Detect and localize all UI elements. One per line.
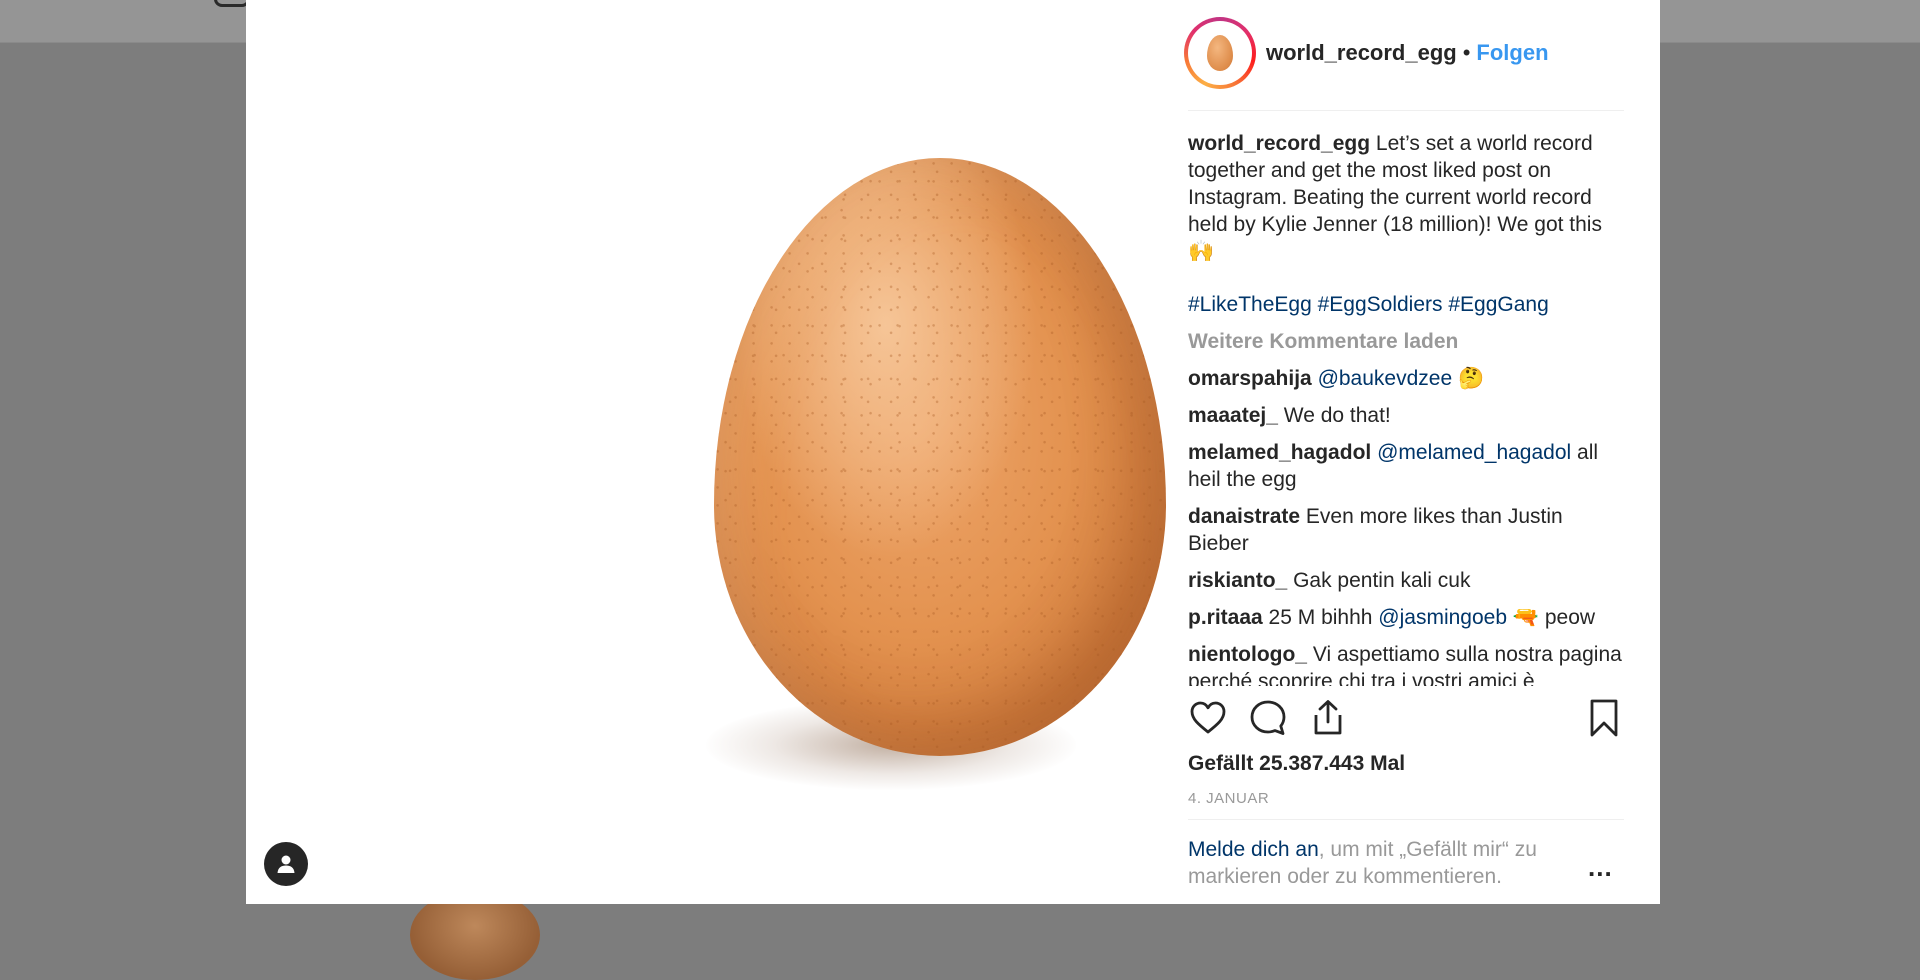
- comment-username[interactable]: nientologo_: [1188, 643, 1307, 666]
- likes-count[interactable]: Gefällt 25.387.443 Mal: [1188, 752, 1405, 776]
- caption: world_record_egg Let’s set a world recor…: [1188, 130, 1624, 265]
- egg-texture: [714, 158, 1166, 756]
- person-icon: [277, 855, 295, 873]
- comment-bubble-icon: [1250, 700, 1286, 735]
- post-modal: world_record_egg • Folgen world_record_egg…: [246, 0, 1660, 904]
- hashtag-link[interactable]: #LikeTheEgg: [1188, 293, 1312, 316]
- login-link[interactable]: Melde dich an: [1188, 838, 1319, 861]
- avatar[interactable]: [1184, 17, 1256, 89]
- post-date[interactable]: 4. JANUAR: [1188, 790, 1269, 807]
- separator-dot: •: [1462, 40, 1471, 65]
- comment-item: p.ritaaa 25 M bihhh @jasmingoeb 🔫 peow: [1188, 604, 1624, 631]
- username-link[interactable]: world_record_egg: [1266, 40, 1457, 65]
- comment-username[interactable]: danaistrate: [1188, 505, 1300, 528]
- comment-mention[interactable]: @jasmingoeb: [1378, 606, 1507, 629]
- action-bar: [1188, 698, 1624, 744]
- header-text: world_record_egg • Folgen: [1266, 40, 1549, 66]
- footer-divider: [1188, 819, 1624, 820]
- more-options-button[interactable]: ...: [1588, 852, 1613, 883]
- avatar-egg-image: [1207, 35, 1233, 71]
- post-image[interactable]: [246, 0, 1188, 904]
- comment-text-pre: 25 M bihhh: [1268, 606, 1373, 629]
- comment-item: nientologo_ Vi aspettiamo sulla nostra p…: [1188, 641, 1624, 686]
- caption-username[interactable]: world_record_egg: [1188, 132, 1370, 155]
- bookmark-icon: [1590, 699, 1618, 737]
- load-more-comments-button[interactable]: Weitere Kommentare laden: [1188, 328, 1624, 355]
- comment-mention[interactable]: @baukevdzee: [1318, 367, 1453, 390]
- comment-item: omarspahija @baukevdzee 🤔: [1188, 365, 1624, 392]
- comment-username[interactable]: p.ritaaa: [1188, 606, 1263, 629]
- tagged-user-button[interactable]: [264, 842, 308, 886]
- comments-list[interactable]: world_record_egg Let’s set a world recor…: [1188, 130, 1624, 686]
- hashtag-link[interactable]: #EggGang: [1448, 293, 1548, 316]
- header-divider: [1188, 110, 1624, 111]
- post-header: world_record_egg • Folgen: [1184, 0, 1660, 111]
- egg-photo: [714, 158, 1166, 756]
- comment-username[interactable]: omarspahija: [1188, 367, 1312, 390]
- heart-icon: [1190, 701, 1226, 734]
- share-icon: [1314, 700, 1342, 735]
- save-button[interactable]: [1586, 698, 1622, 743]
- comment-username[interactable]: riskianto_: [1188, 569, 1287, 592]
- comment-username[interactable]: melamed_hagadol: [1188, 441, 1371, 464]
- comment-item: danaistrate Even more likes than Justin …: [1188, 503, 1624, 557]
- comment-item: melamed_hagadol @melamed_hagadol all hei…: [1188, 439, 1624, 493]
- comment-text: 🤔: [1457, 367, 1485, 390]
- login-prompt: Melde dich an, um mit „Gefällt mir“ zu m…: [1188, 836, 1578, 890]
- comment-username[interactable]: maaatej_: [1188, 404, 1278, 427]
- hashtags: #LikeTheEgg #EggSoldiers #EggGang: [1188, 291, 1624, 318]
- follow-button[interactable]: Folgen: [1476, 40, 1548, 65]
- comment-item: riskianto_ Gak pentin kali cuk: [1188, 567, 1624, 594]
- post-sidebar: world_record_egg • Folgen world_record_egg…: [1184, 0, 1660, 904]
- avatar-frame: [1188, 21, 1252, 85]
- hashtag-link[interactable]: #EggSoldiers: [1318, 293, 1443, 316]
- like-button[interactable]: [1188, 698, 1228, 743]
- comment-item: maaatej_ We do that!: [1188, 402, 1624, 429]
- share-button[interactable]: [1308, 698, 1348, 743]
- comment-text: Gak pentin kali cuk: [1293, 569, 1471, 592]
- comment-text: 🔫 peow: [1512, 606, 1596, 629]
- comment-button[interactable]: [1248, 698, 1288, 743]
- comment-text: We do that!: [1283, 404, 1391, 427]
- comment-mention[interactable]: @melamed_hagadol: [1377, 441, 1571, 464]
- background-logo: [214, 0, 250, 7]
